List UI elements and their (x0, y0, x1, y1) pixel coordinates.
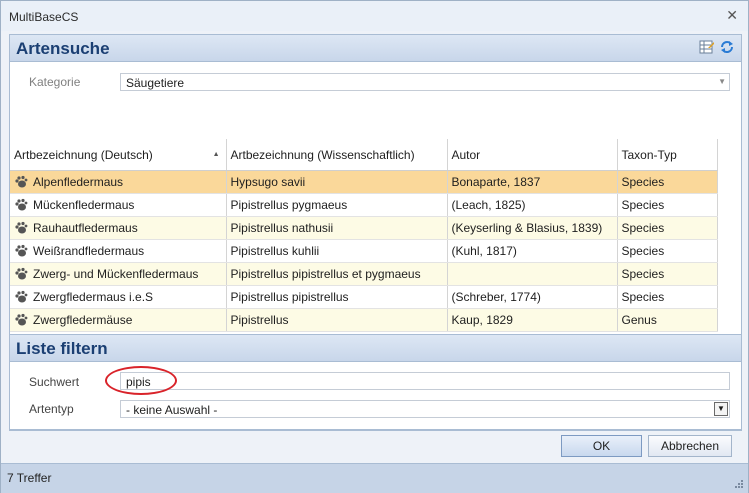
cell-author[interactable]: (Schreber, 1774) (447, 285, 618, 309)
ok-button[interactable]: OK (561, 435, 642, 457)
filter-panel-header: Liste filtern (10, 335, 741, 362)
cell-german[interactable]: Mückenfledermaus (10, 193, 227, 217)
cell-text: Zwergfledermäuse (33, 312, 133, 327)
dialog-window: MultiBaseCS ✕ Artensuche Kategorie Säuge… (0, 0, 749, 493)
column-header-scientific[interactable]: Artbezeichnung (Wissenschaftlich) (226, 139, 448, 171)
cell-taxon-type[interactable]: Genus (617, 308, 718, 332)
table-row[interactable]: Zwergfledermäuse Pipistrellus Kaup, 1829… (10, 308, 718, 332)
paw-icon (15, 222, 28, 234)
column-header-label: Autor (451, 147, 481, 162)
cell-text: Mückenfledermaus (33, 197, 135, 212)
table-row[interactable]: Mückenfledermaus Pipistrellus pygmaeus (… (10, 193, 718, 217)
grid-settings-icon[interactable] (699, 39, 715, 55)
paw-icon (15, 199, 28, 211)
cell-scientific[interactable]: Pipistrellus pipistrellus (226, 285, 448, 309)
cell-scientific[interactable]: Pipistrellus kuhlii (226, 239, 448, 263)
cell-scientific[interactable]: Pipistrellus pygmaeus (226, 193, 448, 217)
cell-german[interactable]: Alpenfledermaus (10, 170, 227, 194)
search-value-text: pipis (126, 375, 151, 389)
chevron-down-icon[interactable]: ▼ (714, 402, 728, 416)
cell-scientific[interactable]: Pipistrellus (226, 308, 448, 332)
cell-german[interactable]: Zwergfledermäuse (10, 308, 227, 332)
cell-german[interactable]: Zwerg- und Mückenfledermaus (10, 262, 227, 286)
filter-panel-title: Liste filtern (16, 339, 108, 358)
search-panel-title: Artensuche (16, 39, 110, 58)
category-combo[interactable]: Säugetiere ▼ (120, 73, 730, 91)
refresh-icon[interactable] (719, 39, 735, 55)
cell-author[interactable] (447, 262, 618, 286)
cell-scientific[interactable]: Pipistrellus pipistrellus et pygmaeus (226, 262, 448, 286)
column-header-taxon-type[interactable]: Taxon-Typ (617, 139, 718, 171)
species-type-value: - keine Auswahl - (126, 403, 218, 417)
species-type-combo[interactable]: - keine Auswahl - ▼ (120, 400, 730, 418)
table-row[interactable]: Zwerg- und Mückenfledermaus Pipistrellus… (10, 262, 718, 286)
cell-german[interactable]: Zwergfledermaus i.e.S (10, 285, 227, 309)
cell-german[interactable]: Weißrandfledermaus (10, 239, 227, 263)
paw-icon (15, 314, 28, 326)
cell-text: Alpenfledermaus (33, 174, 124, 189)
cell-text: Zwergfledermaus i.e.S (33, 289, 154, 304)
cancel-button[interactable]: Abbrechen (648, 435, 732, 457)
cell-taxon-type[interactable]: Species (617, 285, 718, 309)
close-icon[interactable]: ✕ (726, 7, 738, 24)
category-label: Kategorie (29, 75, 81, 89)
cell-taxon-type[interactable]: Species (617, 170, 718, 194)
cell-text: Weißrandfledermaus (33, 243, 145, 258)
status-bar: 7 Treffer (1, 463, 748, 493)
title-bar: MultiBaseCS ✕ (1, 1, 748, 31)
search-value-input[interactable]: pipis (120, 372, 730, 390)
cell-german[interactable]: Rauhautfledermaus (10, 216, 227, 240)
table-row[interactable]: Rauhautfledermaus Pipistrellus nathusii … (10, 216, 718, 240)
paw-icon (15, 291, 28, 303)
cell-taxon-type[interactable]: Species (617, 262, 718, 286)
cell-taxon-type[interactable]: Species (617, 216, 718, 240)
table-header-row: Artbezeichnung (Deutsch) ▲ Artbezeichnung… (10, 139, 718, 171)
chevron-down-icon: ▼ (718, 77, 726, 86)
cell-author[interactable]: Kaup, 1829 (447, 308, 618, 332)
category-value: Säugetiere (126, 76, 185, 90)
column-header-label: Artbezeichnung (Deutsch) (14, 147, 153, 162)
column-header-german[interactable]: Artbezeichnung (Deutsch) ▲ (10, 139, 227, 171)
cell-author[interactable]: (Leach, 1825) (447, 193, 618, 217)
status-text: 7 Treffer (7, 471, 52, 485)
cell-author[interactable]: Bonaparte, 1837 (447, 170, 618, 194)
cell-taxon-type[interactable]: Species (617, 193, 718, 217)
cell-scientific[interactable]: Hypsugo savii (226, 170, 448, 194)
species-type-label: Artentyp (29, 402, 74, 416)
table-row[interactable]: Zwergfledermaus i.e.S Pipistrellus pipis… (10, 285, 718, 309)
cell-taxon-type[interactable]: Species (617, 239, 718, 263)
filter-panel: Liste filtern Suchwert pipis Artentyp - … (9, 334, 742, 430)
cell-author[interactable]: (Keyserling & Blasius, 1839) (447, 216, 618, 240)
paw-icon (15, 176, 28, 188)
paw-icon (15, 268, 28, 280)
paw-icon (15, 245, 28, 257)
cell-author[interactable]: (Kuhl, 1817) (447, 239, 618, 263)
cell-text: Zwerg- und Mückenfledermaus (33, 266, 199, 281)
table-row[interactable]: Weißrandfledermaus Pipistrellus kuhlii (… (10, 239, 718, 263)
column-header-label: Artbezeichnung (Wissenschaftlich) (230, 147, 415, 162)
column-header-author[interactable]: Autor (447, 139, 618, 171)
resize-grip-icon[interactable] (734, 479, 744, 489)
cell-text: Rauhautfledermaus (33, 220, 138, 235)
table-row[interactable]: Alpenfledermaus Hypsugo savii Bonaparte,… (10, 170, 718, 194)
cell-scientific[interactable]: Pipistrellus nathusii (226, 216, 448, 240)
search-value-label: Suchwert (29, 375, 80, 389)
search-panel-header: Artensuche (10, 35, 741, 62)
window-title: MultiBaseCS (9, 10, 79, 24)
column-header-label: Taxon-Typ (621, 147, 677, 162)
sort-ascending-icon: ▲ (212, 151, 220, 158)
species-table: Artbezeichnung (Deutsch) ▲ Artbezeichnung… (10, 139, 718, 332)
